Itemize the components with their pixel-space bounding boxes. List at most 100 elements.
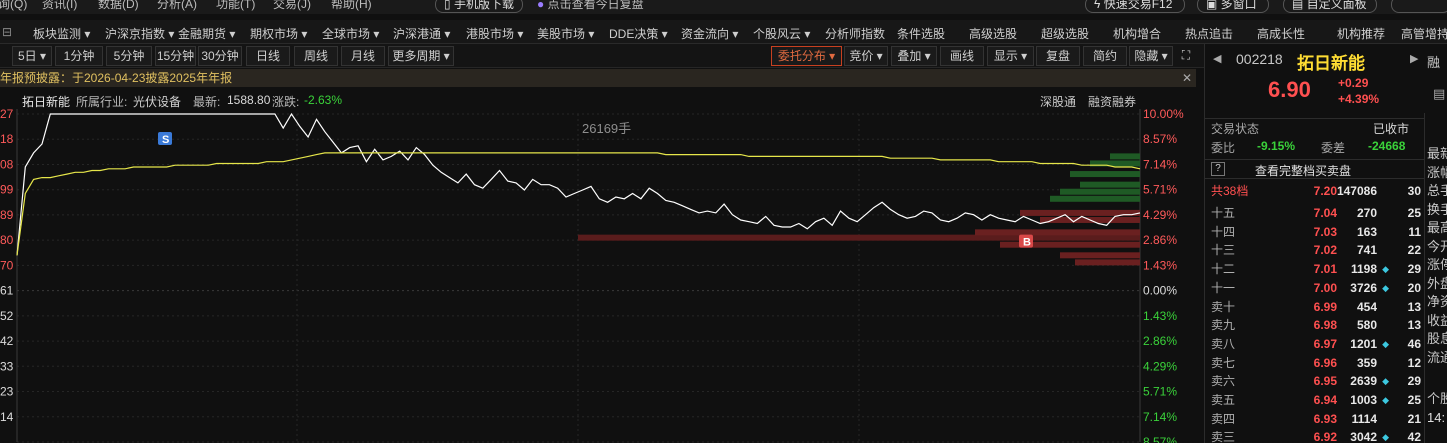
order-ratio: -9.15% [1257,139,1296,153]
nav-futures[interactable]: 金融期货 ▾ [178,25,235,42]
nav-options[interactable]: 期权市场 ▾ [250,25,307,42]
period-week[interactable]: 周线 [294,46,338,66]
ask-level-row[interactable]: 十五 7.04 270 25 [1205,204,1425,223]
period-1min[interactable]: 1分钟 [55,46,103,66]
side-stat-item: 外盘 [1427,275,1447,291]
overflow-button[interactable] [1391,0,1447,13]
ask-level-label: 十五 [1211,206,1236,220]
replay-button[interactable]: 复盘 [1036,46,1080,66]
side-top-button[interactable]: 融 [1427,52,1447,71]
display-dropdown[interactable]: 显示 ▾ [987,46,1034,66]
period-15min[interactable]: 15分钟 [155,46,196,66]
axes: 27 18 08 99 89 80 70 61 52 42 33 23 14 10.00% 8.57% 7.1… [0,107,1184,443]
full-book-link[interactable]: 查看完整档买卖盘 [1255,162,1351,179]
ask-level-row[interactable]: 卖七 6.96 359 12 [1205,354,1425,373]
ask-level-count: 25 [1407,206,1421,220]
next-stock-icon[interactable]: ▶ [1410,52,1418,65]
info-change: -2.63% [304,93,343,107]
simple-mode-button[interactable]: 简约 [1083,46,1127,66]
nav-growth[interactable]: 高成长性 [1257,25,1305,42]
ask-level-volume: 3726 [1350,280,1377,295]
multi-window-button[interactable]: ▣ 多窗口 [1197,0,1269,13]
ask-level-row[interactable]: 卖五 6.94 1003 25 ◆ [1205,391,1425,410]
period-5min[interactable]: 5分钟 [106,46,152,66]
link-margin[interactable]: 融资融券 [1088,93,1136,110]
chart-canvas[interactable]: 27 18 08 99 89 80 70 61 52 42 33 23 14 10.00% 8.57% 7.1… [0,107,1204,443]
period-30min[interactable]: 30分钟 [198,46,242,66]
question-icon[interactable]: ? [1211,162,1225,176]
y-right-tick-label: 2.86% [1143,334,1177,348]
menu-help[interactable]: 帮助(H) [331,0,372,12]
order-distribution-dropdown[interactable]: 委托分布 ▾ [771,46,842,66]
hide-dropdown[interactable]: 隐藏 ▾ [1129,46,1173,66]
nav-hk[interactable]: 港股市场 ▾ [466,25,523,42]
nav-back-icon[interactable]: ⊟ [2,25,12,39]
grid [16,109,1141,443]
nav-global[interactable]: 全球市场 ▾ [322,25,379,42]
menu-news[interactable]: 资讯(I) [42,0,77,12]
auction-dropdown[interactable]: 竞价 ▾ [844,46,888,66]
prev-stock-icon[interactable]: ◀ [1213,52,1221,65]
full-book-row[interactable]: ? 查看完整档买卖盘 [1205,159,1425,179]
ask-level-row[interactable]: 卖八 6.97 1201 46 ◆ [1205,335,1425,354]
y-left-tick-label: 14 [0,410,14,424]
menu-analysis[interactable]: 分析(A) [157,0,197,12]
nav-dde[interactable]: DDE决策 ▾ [609,25,668,42]
ask-level-count: 13 [1407,318,1421,333]
close-icon[interactable]: ✕ [1182,69,1192,87]
ask-level-row[interactable]: 十一 7.00 3726 20 ◆ [1205,279,1425,298]
mobile-download-button[interactable]: ▯ 手机版下载 [435,0,523,13]
ask-level-volume: 270 [1356,206,1377,220]
menu-trade[interactable]: 交易(J) [273,0,311,12]
nav-sector-monitor[interactable]: 板块监测 ▾ [33,25,90,42]
info-industry[interactable]: 光伏设备 [133,93,181,110]
ask-level-count: 20 [1407,280,1421,295]
menu-query[interactable]: 询(Q) [0,0,27,12]
ask-level-row[interactable]: 卖三 6.92 3042 42 ◆ [1205,428,1425,443]
period-5day[interactable]: 5日 ▾ [12,46,52,66]
ask-level-price: 6.92 [1313,430,1337,443]
ask-level-row[interactable]: 十四 7.03 163 11 [1205,223,1425,242]
total-levels-label: 共38档 [1211,184,1249,198]
nav-capital-flow[interactable]: 资金流向 ▾ [681,25,738,42]
period-day[interactable]: 日线 [246,46,290,66]
nav-us[interactable]: 美股市场 ▾ [537,25,594,42]
side-stat-item: 今开 [1427,238,1447,254]
menu-data[interactable]: 数据(D) [98,0,139,12]
buy-marker-label: B [1023,237,1031,249]
custom-panel-button[interactable]: ▤ 自定义面板 [1283,0,1377,13]
ask-level-row[interactable]: 卖九 6.98 580 13 [1205,316,1425,335]
nav-super-pick[interactable]: 超级选股 [1041,25,1089,42]
more-periods-dropdown[interactable]: 更多周期 ▾ [388,46,454,66]
ask-level-row[interactable]: 卖四 6.93 1114 21 [1205,410,1425,429]
menu-functions[interactable]: 功能(T) [216,0,255,12]
side-menu-icon[interactable]: ▤ [1433,86,1445,102]
ask-level-count: 29 [1407,262,1421,277]
review-link[interactable]: ● 点击查看今日复盘 [537,0,644,12]
nav-index[interactable]: 沪深京指数 ▾ [105,25,174,42]
link-sz-connect[interactable]: 深股通 [1040,93,1076,110]
ask-level-row[interactable]: 十三 7.02 741 22 [1205,241,1425,260]
markers[interactable]: SB [158,131,1033,249]
nav-recommend[interactable]: 机构推荐 [1337,25,1385,42]
ask-level-row[interactable]: 卖六 6.95 2639 29 ◆ [1205,372,1425,391]
nav-condition-pick[interactable]: 条件选股 [897,25,945,42]
nav-hotspot[interactable]: 热点追击 [1185,25,1233,42]
intraday-chart[interactable]: 27 18 08 99 89 80 70 61 52 42 33 23 14 10.00% 8.57% 7.1… [0,107,1204,443]
total-volume: 147086 [1336,184,1377,198]
nav-exec-buy[interactable]: 高管增持 [1401,25,1447,42]
ask-level-count: 13 [1407,299,1421,314]
nav-stock-news[interactable]: 个股风云 ▾ [753,25,810,42]
nav-connect[interactable]: 沪深港通 ▾ [393,25,450,42]
draw-line-button[interactable]: 画线 [940,46,984,66]
nav-analyst-index[interactable]: 分析师指数 [825,25,885,42]
ask-level-row[interactable]: 卖十 6.99 454 13 [1205,298,1425,317]
nav-institution[interactable]: 机构增合 [1113,25,1161,42]
overlay-dropdown[interactable]: 叠加 ▾ [891,46,937,66]
ask-level-row[interactable]: 十二 7.01 1198 29 ◆ [1205,260,1425,279]
period-month[interactable]: 月线 [341,46,385,66]
fullscreen-icon[interactable]: ⛶ [1176,46,1196,66]
nav-advanced-pick[interactable]: 高级选股 [969,25,1017,42]
ask-level-volume: 1201 [1350,336,1377,351]
quick-trade-button[interactable]: ϟ 快速交易F12 [1085,0,1185,13]
